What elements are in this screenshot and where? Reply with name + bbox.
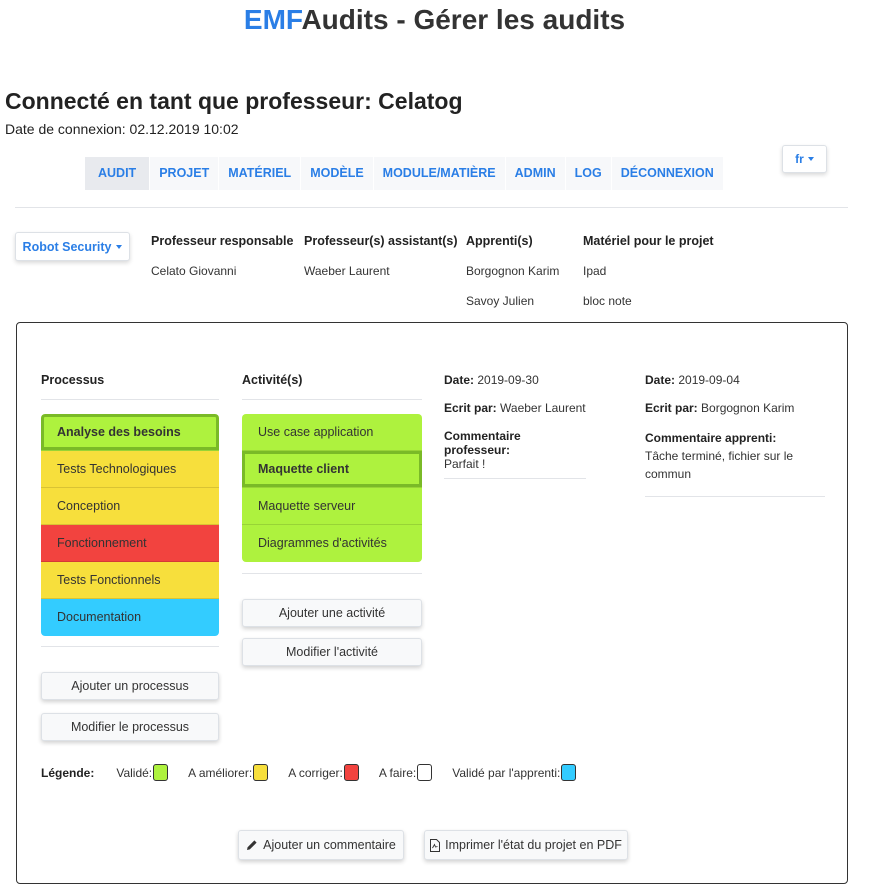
project-dropdown[interactable]: Robot Security <box>15 232 130 261</box>
edit-activity-button[interactable]: Modifier l'activité <box>242 638 422 666</box>
material-column: Matériel pour le projet Ipad bloc note <box>583 234 714 324</box>
print-pdf-button[interactable]: Imprimer l'état du projet en PDF <box>424 830 628 860</box>
legend-label: A améliorer: <box>188 765 253 780</box>
activity-item[interactable]: Diagrammes d'activités <box>242 525 422 562</box>
apprentice-name: Borgognon Karim <box>466 264 560 278</box>
language-label: fr <box>795 152 804 166</box>
divider <box>645 496 825 497</box>
nav-item-projet[interactable]: PROJET <box>150 157 219 190</box>
pdf-file-icon <box>430 838 441 852</box>
date-label: Date: <box>444 373 475 387</box>
nav-item-module-matiere[interactable]: MODULE/MATIÈRE <box>373 157 505 190</box>
activity-item[interactable]: Maquette serveur <box>242 488 422 525</box>
author-label: Ecrit par: <box>645 401 698 415</box>
legend-label: A corriger: <box>288 765 343 780</box>
divider <box>41 399 219 400</box>
responsible-header: Professeur responsable <box>151 234 294 248</box>
legend: Légende: Validé: A améliorer: A corriger… <box>41 764 596 781</box>
comment-author: Borgognon Karim <box>701 401 795 415</box>
comment-text: Tâche terminé, fichier sur le commun <box>645 449 794 481</box>
page-title: EMFAudits - Gérer les audits <box>0 4 869 36</box>
comment-author: Waeber Laurent <box>500 401 586 415</box>
process-item[interactable]: Tests Fonctionnels <box>41 562 219 599</box>
assistant-column: Professeur(s) assistant(s) Waeber Lauren… <box>304 234 458 294</box>
comment-date: 2019-09-04 <box>678 373 740 387</box>
legend-swatch <box>153 764 169 781</box>
material-item: bloc note <box>583 294 632 308</box>
nav-item-deconnexion[interactable]: DÉCONNEXION <box>611 157 723 190</box>
nav-item-admin[interactable]: ADMIN <box>505 157 565 190</box>
language-dropdown[interactable]: fr <box>782 145 827 173</box>
connection-title: Connecté en tant que professeur: Celatog <box>5 88 463 114</box>
author-label: Ecrit par: <box>444 401 497 415</box>
project-dropdown-label: Robot Security <box>22 239 112 254</box>
comment-date: 2019-09-30 <box>477 373 539 387</box>
pencil-icon <box>247 840 257 850</box>
nav-item-modele[interactable]: MODÈLE <box>301 157 373 190</box>
comment-card: Date: 2019-09-04 Ecrit par: Borgognon Ka… <box>645 373 825 483</box>
apprentices-header: Apprenti(s) <box>466 234 533 248</box>
edit-process-button[interactable]: Modifier le processus <box>41 713 219 741</box>
responsible-column: Professeur responsable Celato Giovanni <box>151 234 293 294</box>
legend-label: A faire: <box>378 765 417 780</box>
legend-swatch <box>343 764 359 781</box>
brand-name: EMF <box>243 4 302 35</box>
legend-swatch <box>253 764 269 781</box>
processes-header: Processus <box>41 373 105 387</box>
legend-swatch <box>417 764 433 781</box>
legend-item: A corriger: <box>288 764 359 781</box>
page-title-text: Audits - Gérer les audits <box>301 4 626 35</box>
process-item[interactable]: Analyse des besoins <box>41 414 219 451</box>
divider <box>15 207 848 208</box>
main-nav: AUDIT PROJET MATÉRIEL MODÈLE MODULE/MATI… <box>85 157 724 190</box>
divider <box>41 646 219 647</box>
nav-item-materiel[interactable]: MATÉRIEL <box>219 157 301 190</box>
legend-item: A faire: <box>378 764 433 781</box>
comment-type-label: Commentaire professeur: <box>444 429 521 457</box>
material-item: Ipad <box>583 264 607 278</box>
comment-card: Date: 2019-09-30 Ecrit par: Waeber Laure… <box>444 373 586 471</box>
legend-title: Légende: <box>41 765 95 780</box>
activities-header: Activité(s) <box>242 373 303 387</box>
apprentices-column: Apprenti(s) Borgognon Karim Savoy Julien <box>466 234 559 324</box>
process-item[interactable]: Tests Technologiques <box>41 451 219 488</box>
legend-label: Validé par l'apprenti: <box>452 765 561 780</box>
assistant-header: Professeur(s) assistant(s) <box>304 234 458 248</box>
legend-item: Validé: <box>116 764 169 781</box>
apprentice-name: Savoy Julien <box>466 294 535 308</box>
divider <box>242 399 422 400</box>
audit-panel: Processus Analyse des besoins Tests Tech… <box>16 322 848 884</box>
nav-item-log[interactable]: LOG <box>565 157 611 190</box>
legend-swatch <box>561 764 577 781</box>
activity-item[interactable]: Maquette client <box>242 451 422 488</box>
divider <box>444 478 586 479</box>
assistant-value: Waeber Laurent <box>304 264 390 278</box>
nav-item-audit[interactable]: AUDIT <box>85 157 150 190</box>
caret-down-icon <box>116 244 123 249</box>
print-pdf-label: Imprimer l'état du projet en PDF <box>445 838 622 852</box>
responsible-value: Celato Giovanni <box>151 264 237 278</box>
connection-date: Date de connexion: 02.12.2019 10:02 <box>5 121 239 137</box>
process-item[interactable]: Documentation <box>41 599 219 636</box>
caret-down-icon <box>807 157 814 161</box>
legend-label: Validé: <box>116 765 153 780</box>
add-comment-button[interactable]: Ajouter un commentaire <box>238 830 404 860</box>
material-header: Matériel pour le projet <box>583 234 714 248</box>
process-item[interactable]: Conception <box>41 488 219 525</box>
add-activity-button[interactable]: Ajouter une activité <box>242 599 422 627</box>
add-process-button[interactable]: Ajouter un processus <box>41 672 219 700</box>
process-list: Analyse des besoins Tests Technologiques… <box>41 414 219 636</box>
comment-type-label: Commentaire apprenti: <box>645 431 777 445</box>
legend-item: Validé par l'apprenti: <box>452 764 577 781</box>
add-comment-label: Ajouter un commentaire <box>263 838 396 852</box>
activity-list: Use case application Maquette client Maq… <box>242 414 422 562</box>
date-label: Date: <box>645 373 676 387</box>
legend-item: A améliorer: <box>188 764 269 781</box>
activity-item[interactable]: Use case application <box>242 414 422 451</box>
divider <box>242 573 422 574</box>
process-item[interactable]: Fonctionnement <box>41 525 219 562</box>
comment-text: Parfait ! <box>444 457 486 471</box>
